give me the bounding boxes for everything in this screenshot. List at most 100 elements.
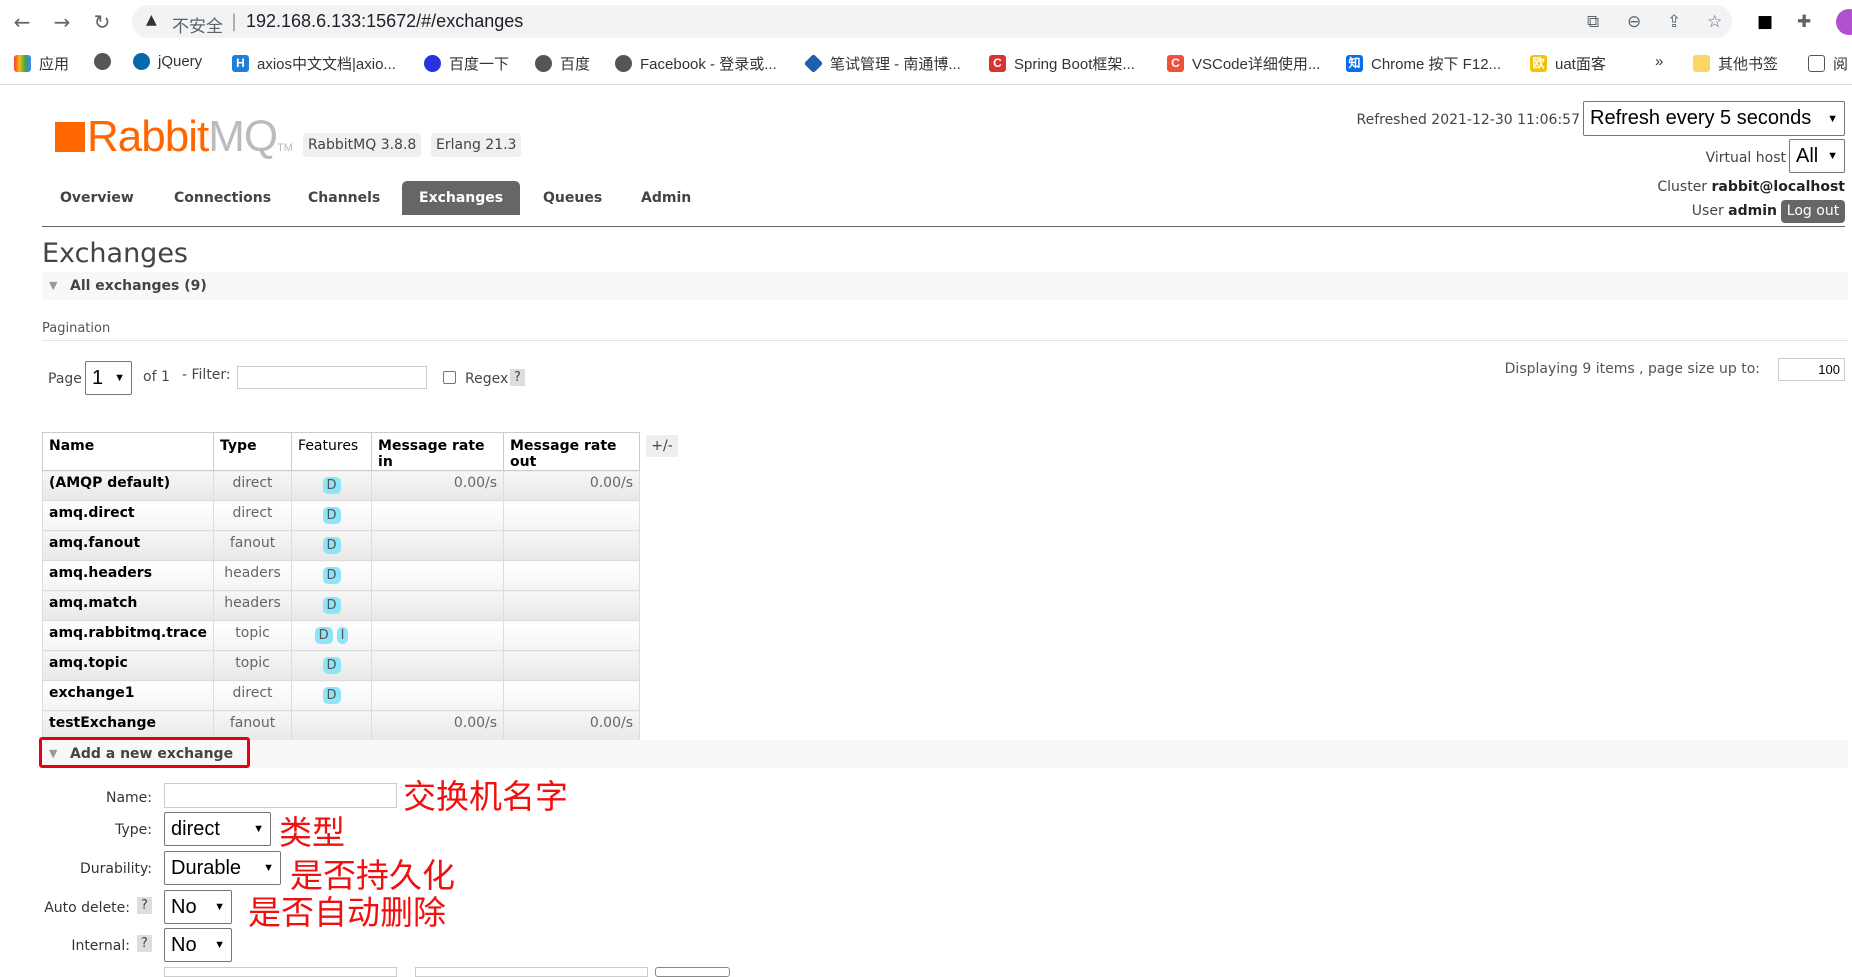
address-bar[interactable]: ▲ 不安全 | 192.168.6.133:15672/#/exchanges xyxy=(132,5,1732,38)
page-select[interactable]: 1 ▼ xyxy=(85,361,132,395)
exchange-name[interactable]: amq.rabbitmq.trace xyxy=(41,620,215,651)
erlang-badge: Erlang 21.3 xyxy=(431,133,522,157)
extension-tampermonkey-icon[interactable]: ■ xyxy=(1757,12,1773,32)
diamond-icon xyxy=(803,53,824,74)
column-name[interactable]: Name xyxy=(41,432,215,471)
url-text[interactable]: 192.168.6.133:15672/#/exchanges xyxy=(246,11,523,32)
back-icon[interactable]: ← xyxy=(10,10,34,34)
add-exchange-toggle[interactable]: ▼ Add a new exchange xyxy=(42,740,1848,768)
exchange-features xyxy=(291,710,373,741)
arguments-type-select[interactable] xyxy=(655,967,730,977)
exchange-name[interactable]: amq.fanout xyxy=(41,530,215,561)
bookmark-baidu[interactable]: 百度 xyxy=(535,53,590,74)
table-row[interactable]: amq.fanout fanout D xyxy=(41,530,640,561)
column-type[interactable]: Type xyxy=(213,432,293,471)
tab-connections[interactable]: Connections xyxy=(157,181,288,215)
rate-in xyxy=(371,530,505,561)
exchange-name[interactable]: (AMQP default) xyxy=(41,470,215,501)
tab-admin[interactable]: Admin xyxy=(624,181,708,215)
table-row[interactable]: (AMQP default) direct D 0.00/s 0.00/s xyxy=(41,470,640,501)
exchange-name-input[interactable] xyxy=(164,783,397,808)
share-icon[interactable]: ⇪ xyxy=(1667,12,1681,32)
exchange-name[interactable]: amq.direct xyxy=(41,500,215,531)
logout-button[interactable]: Log out xyxy=(1781,200,1845,223)
column-rate-in[interactable]: Message rate in xyxy=(371,432,505,471)
table-row[interactable]: testExchange fanout 0.00/s 0.00/s xyxy=(41,710,640,741)
logo-tm: TM xyxy=(277,142,293,154)
page-size-input[interactable] xyxy=(1778,358,1845,381)
internal-help-button[interactable]: ? xyxy=(137,935,152,952)
tab-queues[interactable]: Queues xyxy=(526,181,619,215)
bookmark-other[interactable]: 其他书签 xyxy=(1693,53,1778,74)
auto-delete-label: Auto delete: xyxy=(44,900,130,916)
zhihu-icon: 知 xyxy=(1346,55,1363,72)
reading-list[interactable]: 阅 xyxy=(1808,53,1848,74)
exchange-type-select[interactable]: direct ▼ xyxy=(164,812,271,846)
reload-icon[interactable]: ↻ xyxy=(90,10,114,34)
bookmark-apps[interactable]: 应用 xyxy=(14,53,69,74)
select-value: 1 xyxy=(92,366,104,389)
bookmark-exam[interactable]: 笔试管理 - 南通博... xyxy=(803,53,961,74)
refresh-interval-select[interactable]: Refresh every 5 seconds ▼ xyxy=(1583,101,1845,136)
tab-exchanges[interactable]: Exchanges xyxy=(402,181,521,215)
exchange-name[interactable]: amq.headers xyxy=(41,560,215,591)
star-icon[interactable]: ☆ xyxy=(1707,12,1722,32)
table-row[interactable]: amq.match headers D xyxy=(41,590,640,621)
vhost-select[interactable]: All ▼ xyxy=(1789,139,1845,173)
translate-icon[interactable]: ⧉ xyxy=(1587,12,1599,32)
bookmark-vscode[interactable]: C VSCode详细使用... xyxy=(1167,53,1320,74)
rabbitmq-logo[interactable]: RabbitMQTM xyxy=(55,112,293,162)
table-row[interactable]: amq.topic topic D xyxy=(41,650,640,681)
bookmark-facebook[interactable]: Facebook - 登录或... xyxy=(615,53,777,74)
bookmark-chrome-f12[interactable]: 知 Chrome 按下 F12... xyxy=(1346,53,1501,74)
bookmark-jquery[interactable]: jQuery xyxy=(133,53,202,70)
bookmarks-more[interactable]: » xyxy=(1655,53,1663,70)
bookmark-axios[interactable]: Haxios中文文档|axio... xyxy=(232,53,396,74)
bookmark-globe[interactable] xyxy=(94,53,111,70)
globe-icon xyxy=(94,53,111,70)
bookmark-label: 百度 xyxy=(560,56,591,73)
bookmark-label: VSCode详细使用... xyxy=(1192,56,1321,73)
column-toggle-button[interactable]: +/- xyxy=(646,435,678,457)
feature-badge: D xyxy=(322,657,341,674)
auto-delete-help-button[interactable]: ? xyxy=(137,897,152,914)
table-row[interactable]: amq.rabbitmq.trace topic D I xyxy=(41,620,640,651)
internal-select[interactable]: No ▼ xyxy=(164,928,232,962)
select-value: Durable xyxy=(171,856,242,879)
column-rate-out[interactable]: Message rate out xyxy=(503,432,640,471)
exchange-name[interactable]: testExchange xyxy=(41,710,215,741)
table-row[interactable]: amq.headers headers D xyxy=(41,560,640,591)
auto-delete-select[interactable]: No ▼ xyxy=(164,890,232,924)
exchange-type: fanout xyxy=(213,710,293,741)
durability-select[interactable]: Durable ▼ xyxy=(164,851,281,885)
filter-input[interactable] xyxy=(237,366,427,389)
bookmark-label: Facebook - 登录或... xyxy=(640,56,777,73)
user-label: User xyxy=(1691,203,1724,219)
refreshed-timestamp: Refreshed 2021-12-30 11:06:57 xyxy=(1356,112,1580,128)
durability-label: Durability: xyxy=(79,861,152,877)
bookmark-uat[interactable]: 欧 uat面客 xyxy=(1530,53,1606,74)
zoom-out-icon[interactable]: ⊖ xyxy=(1627,12,1641,32)
profile-avatar[interactable] xyxy=(1836,9,1852,35)
arguments-key-input[interactable] xyxy=(164,967,397,977)
arguments-value-input[interactable] xyxy=(415,967,648,977)
all-exchanges-toggle[interactable]: ▼ All exchanges (9) xyxy=(42,272,1848,300)
table-row[interactable]: exchange1 direct D xyxy=(41,680,640,711)
exchange-name[interactable]: amq.match xyxy=(41,590,215,621)
exchange-features: D xyxy=(291,680,373,711)
regex-help-button[interactable]: ? xyxy=(510,369,525,386)
tab-channels[interactable]: Channels xyxy=(291,181,397,215)
forward-icon[interactable]: → xyxy=(50,10,74,34)
bookmark-baidu-search[interactable]: 百度一下 xyxy=(424,53,509,74)
exchange-type: direct xyxy=(213,500,293,531)
exchange-name[interactable]: amq.topic xyxy=(41,650,215,681)
regex-checkbox[interactable] xyxy=(443,371,456,384)
exchange-name[interactable]: exchange1 xyxy=(41,680,215,711)
extensions-puzzle-icon[interactable]: ✚ xyxy=(1797,12,1811,32)
bookmark-springboot[interactable]: C Spring Boot框架... xyxy=(989,53,1135,74)
select-value: direct xyxy=(171,817,220,840)
tab-overview[interactable]: Overview xyxy=(43,181,151,215)
exchange-type: headers xyxy=(213,560,293,591)
table-row[interactable]: amq.direct direct D xyxy=(41,500,640,531)
chevron-down-icon: ▼ xyxy=(1827,150,1838,162)
